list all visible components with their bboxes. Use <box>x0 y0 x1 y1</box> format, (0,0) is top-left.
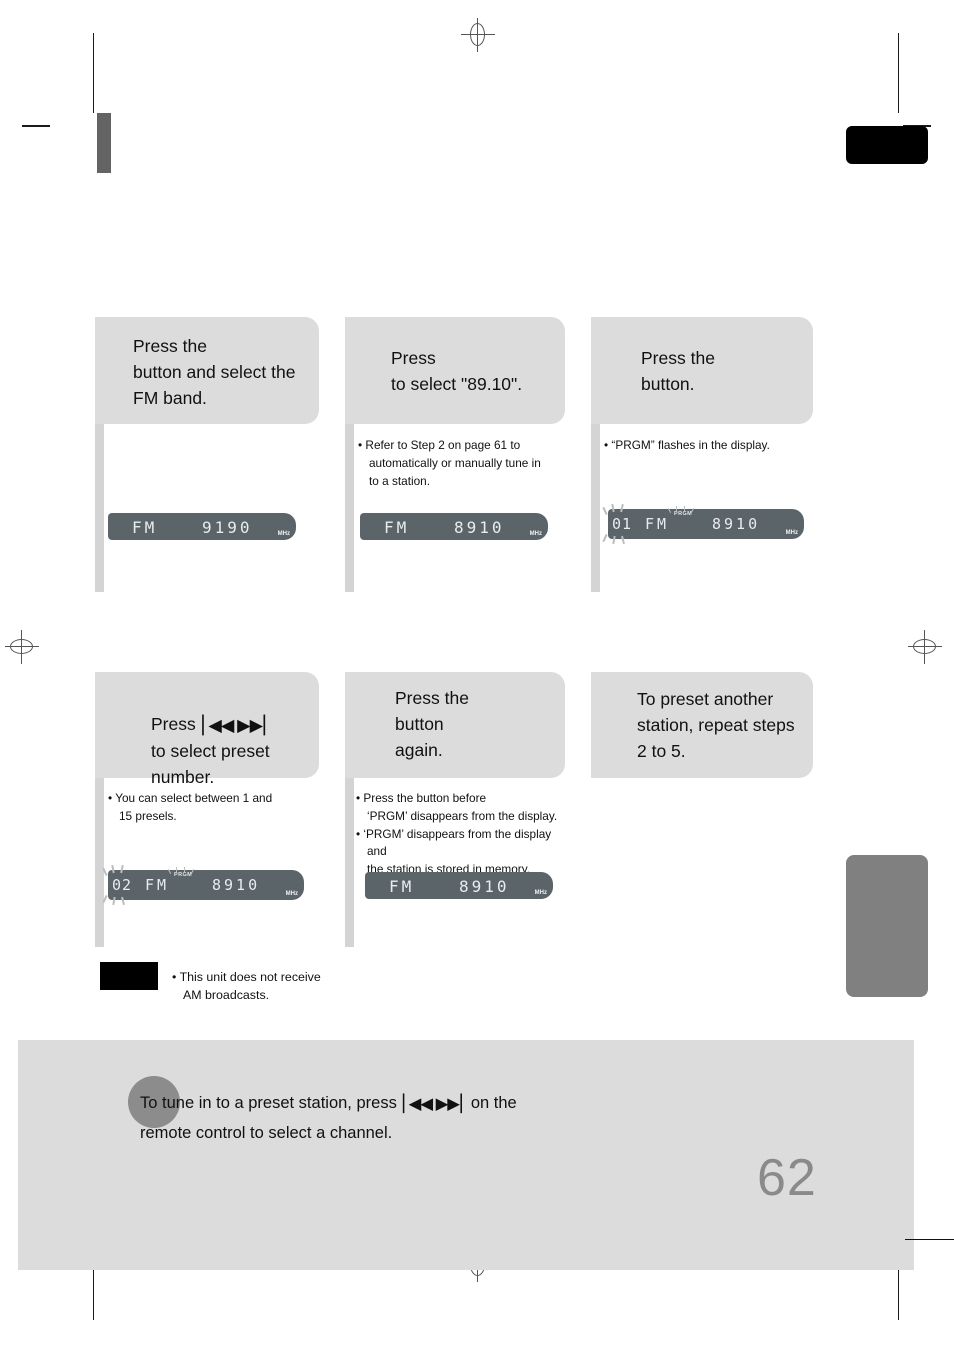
lcd-display-4: FM 8910 MHz <box>360 513 548 540</box>
lcd-mhz-label: MHz <box>534 890 547 896</box>
lcd-display-5: 01 PRGM FM 8910 MHz <box>602 503 804 545</box>
lcd-frequency-text: 8910 <box>454 518 505 537</box>
step-callout-7: Press the button again. <box>345 672 565 778</box>
lcd-band-text: FM <box>132 518 158 537</box>
step-callout-text: Press the button and select the FM band. <box>133 336 296 408</box>
chapter-accent-bar <box>97 113 111 173</box>
step-callout-8: To preset another station, repeat steps … <box>591 672 813 778</box>
bullet-line: • You can select between 1 and <box>108 791 273 805</box>
lcd-frequency-text: 8910 <box>712 515 761 533</box>
tip-line2: remote control to select a channel. <box>140 1124 393 1142</box>
step-callout-6: Press ⎢◀◀ ▶▶⎢ to select preset number. <box>95 672 319 787</box>
bullet-line: • Refer to Step 2 on page 61 to <box>358 438 521 452</box>
step-bullets-4: • Refer to Step 2 on page 61 to automati… <box>358 437 563 490</box>
lcd-mhz-label: MHz <box>277 531 290 537</box>
step-panel-8: To preset another station, repeat steps … <box>591 672 813 778</box>
lcd-mhz-label: MHz <box>785 530 798 536</box>
lcd-display-6: 02 PRGM FM 8910 MHz <box>102 864 304 906</box>
step-callout-5: Press the button. <box>591 317 813 424</box>
bullet-line: • “PRGM” flashes in the display. <box>604 438 770 452</box>
tip-text: To tune in to a preset station, press ⎢◀… <box>140 1089 760 1148</box>
step-panel-3: Press the button and select the FM band.… <box>95 317 327 592</box>
bullet-line-continued: 15 presels. <box>119 809 177 823</box>
lcd-mhz-label: MHz <box>529 531 542 537</box>
lcd-band-text: FM <box>145 876 170 894</box>
crop-mark-top-left-vertical <box>93 33 94 113</box>
step-panel-7: Press the button again. • Press the butt… <box>345 672 567 947</box>
bullet-line: • Press the button before <box>356 791 487 805</box>
note-line-continued: AM broadcasts. <box>183 988 270 1002</box>
note-badge <box>100 962 158 990</box>
step-callout-prefix: Press <box>151 714 201 734</box>
note-line: • This unit does not receive <box>172 970 321 984</box>
step-bullets-7: • Press the button before ‘PRGM’ disappe… <box>356 790 571 878</box>
side-thumb-tab <box>846 855 928 997</box>
lcd-display-7: FM 8910 MHz <box>365 872 553 899</box>
bullet-line-continued: to a station. <box>369 474 430 488</box>
registration-mark-top <box>461 18 495 52</box>
crop-mark-top-left-horizontal <box>22 125 50 127</box>
lcd-preset-number: 01 <box>612 515 633 533</box>
band-edge-rule <box>905 1239 954 1240</box>
step-panel-5: Press the button. • “PRGM” flashes in th… <box>591 317 813 592</box>
step-panel-6: Press ⎢◀◀ ▶▶⎢ to select preset number. •… <box>95 672 327 947</box>
step-callout-text: Press the button. <box>641 348 715 394</box>
bullet-line-continued: automatically or manually tune in <box>369 456 541 470</box>
tip-line1-before: To tune in to a preset station, press <box>140 1094 402 1112</box>
step-callout-text: Press to select "89.10". <box>391 348 523 394</box>
note-text: • This unit does not receive AM broadcas… <box>172 968 432 1004</box>
lcd-frequency-text: 9190 <box>202 518 253 537</box>
registration-mark-left <box>5 630 39 664</box>
step-callout-text: To preset another station, repeat steps … <box>637 689 795 761</box>
lcd-mhz-label: MHz <box>285 891 298 897</box>
lcd-band-text: FM <box>389 877 415 896</box>
crop-mark-top-right-vertical <box>898 33 899 113</box>
chapter-tab-badge <box>846 126 928 164</box>
prev-next-buttons-icon: ⎢◀◀ ▶▶⎢ <box>401 1095 467 1113</box>
step-bullets-6: • You can select between 1 and 15 presel… <box>108 790 313 825</box>
bullet-line-continued: ‘PRGM’ disappears from the display. <box>367 809 558 823</box>
step-callout-text: Press ⎢◀◀ ▶▶⎢ to select preset number. <box>151 685 319 790</box>
page-number: 62 <box>757 1149 817 1207</box>
flash-rays-prgm <box>167 867 202 879</box>
registration-mark-right <box>908 630 942 664</box>
lcd-band-text: FM <box>645 515 670 533</box>
step-callout-body: to select preset number. <box>151 741 270 787</box>
step-callout-4: Press to select "89.10". <box>345 317 565 424</box>
bullet-line: • ‘PRGM’ disappears from the display and <box>356 827 552 858</box>
step-callout-text: Press the button again. <box>395 688 469 760</box>
step-callout-3: Press the button and select the FM band. <box>95 317 319 424</box>
lcd-preset-number: 02 <box>112 876 133 894</box>
step-bullets-5: • “PRGM” flashes in the display. <box>604 437 814 454</box>
lcd-band-text: FM <box>384 518 410 537</box>
lcd-frequency-text: 8910 <box>459 877 510 896</box>
lcd-display-3: FM 9190 MHz <box>108 513 296 540</box>
prev-next-buttons-icon: ⎢◀◀ ▶▶⎢ <box>200 715 271 735</box>
tip-line1-after: on the <box>466 1094 517 1112</box>
flash-rays-prgm <box>667 506 702 518</box>
lcd-frequency-text: 8910 <box>212 876 261 894</box>
step-panel-4: Press to select "89.10". • Refer to Step… <box>345 317 567 592</box>
